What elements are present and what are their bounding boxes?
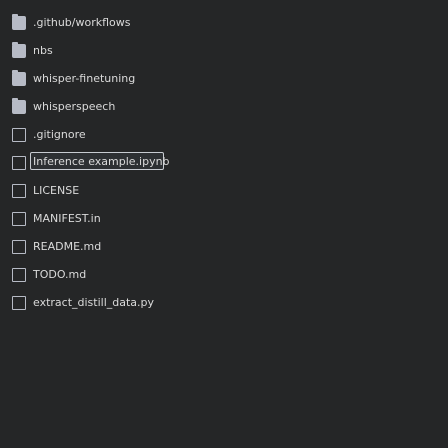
tree-item-gitignore[interactable]: .gitignore [0,122,448,150]
folder-icon [12,70,26,86]
tree-item-inference-example[interactable]: Inference example.ipynb [0,150,448,178]
file-icon [12,184,26,198]
folder-icon [12,98,26,114]
tree-item-manifest[interactable]: MANIFEST.in [0,206,448,234]
tree-item-readme[interactable]: README.md [0,234,448,262]
tree-item-label: whisperspeech [33,100,116,113]
tree-item-todo[interactable]: TODO.md [0,262,448,290]
tree-item-nbs[interactable]: nbs [0,38,448,66]
tree-item-label: .gitignore [33,128,86,141]
tree-item-label: .github/workflows [33,16,131,29]
tree-item-extract-distill-data[interactable]: extract_distill_data.py [0,290,448,318]
tree-item-whisper-finetuning[interactable]: whisper-finetuning [0,66,448,94]
tree-item-label: Inference example.ipynb [30,152,170,170]
folder-icon [12,14,26,30]
file-icon [12,268,26,282]
tree-item-label: nbs [33,44,53,57]
file-icon [12,240,26,254]
tree-item-label: TODO.md [33,268,87,281]
file-tree: .github/workflows nbs whisper-finetuning… [0,0,448,448]
file-icon [12,296,26,310]
tree-item-label: whisper-finetuning [33,72,136,85]
tree-item-label: README.md [33,240,102,253]
tree-item-label: MANIFEST.in [33,212,101,225]
folder-icon [12,42,26,58]
tree-item-github-workflows[interactable]: .github/workflows [0,10,448,38]
file-icon [12,156,26,170]
tree-item-label: LICENSE [33,184,80,197]
file-icon [12,128,26,142]
file-icon [12,212,26,226]
tree-item-label: extract_distill_data.py [33,296,155,309]
tree-item-whisperspeech[interactable]: whisperspeech [0,94,448,122]
tree-item-license[interactable]: LICENSE [0,178,448,206]
